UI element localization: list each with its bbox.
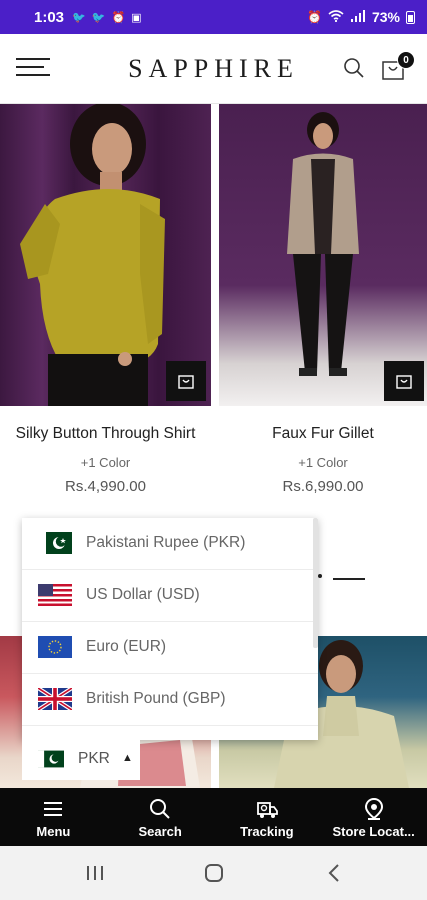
usa-flag-icon <box>38 584 72 606</box>
eu-flag-icon <box>38 636 72 658</box>
product-name[interactable]: Faux Fur Gillet <box>219 425 427 443</box>
cart-count-badge: 0 <box>397 51 415 69</box>
currency-option-label: US Dollar (USD) <box>86 586 200 603</box>
uk-flag-icon <box>36 686 74 712</box>
currency-option-gbp[interactable]: British Pound (GBP) <box>22 674 318 726</box>
signal-icon <box>350 9 366 25</box>
delivery-truck-icon <box>256 802 278 818</box>
product-price: Rs.4,990.00 <box>65 478 146 495</box>
alarm-icon: ⏰ <box>111 11 126 24</box>
back-icon[interactable] <box>314 860 354 886</box>
quick-add-button[interactable] <box>384 361 424 401</box>
nav-search[interactable]: Search <box>107 788 214 846</box>
system-navigation-bar <box>0 846 427 900</box>
status-bar: 1:03 🐦 🐦 ⏰ ▣ ⏰ 73% <box>0 0 427 34</box>
bottom-navigation: Menu Search Tracking Store Locat... <box>0 788 427 846</box>
dropdown-scrollbar[interactable] <box>313 518 318 648</box>
nav-store-locator[interactable]: Store Locat... <box>320 788 427 846</box>
currency-option-eur[interactable]: Euro (EUR) <box>22 622 318 674</box>
currency-option-pkr[interactable]: Pakistani Rupee (PKR) <box>22 518 318 570</box>
currency-option-label: British Pound (GBP) <box>86 690 226 707</box>
home-icon[interactable] <box>194 860 234 886</box>
nav-menu[interactable]: Menu <box>0 788 107 846</box>
pakistan-flag-icon <box>38 532 72 554</box>
status-time: 1:03 <box>34 8 65 26</box>
currency-option-label: Pakistani Rupee (PKR) <box>86 534 246 551</box>
pakistan-flag-icon <box>38 749 64 769</box>
carousel-active-indicator <box>333 578 365 580</box>
battery-icon <box>406 10 415 24</box>
nav-label: Search <box>138 824 182 839</box>
app-screen: 1:03 🐦 🐦 ⏰ ▣ ⏰ 73% SAPPHIRE 0 Silky Butt… <box>0 0 427 900</box>
twitter-icon: 🐦 <box>91 11 106 24</box>
nav-tracking[interactable]: Tracking <box>214 788 321 846</box>
location-pin-icon <box>364 797 383 820</box>
battery-percent: 73% <box>371 9 400 25</box>
product-color-count[interactable]: +1 Color <box>219 455 427 470</box>
product-price: Rs.6,990.00 <box>282 478 364 495</box>
carousel-dot[interactable] <box>318 574 322 578</box>
currency-dropdown-menu: Pakistani Rupee (PKR) US Dollar (USD) Eu… <box>22 518 318 740</box>
wifi-icon <box>328 9 344 25</box>
twitter-icon: 🐦 <box>72 11 86 24</box>
currency-option-usd[interactable]: US Dollar (USD) <box>22 570 318 622</box>
menu-icon <box>44 802 63 816</box>
alarm-icon: ⏰ <box>307 10 322 24</box>
nav-label: Store Locat... <box>332 824 415 839</box>
currency-selector[interactable]: PKR ▲ <box>22 740 140 780</box>
gallery-icon: ▣ <box>131 11 142 24</box>
nav-label: Menu <box>36 824 71 839</box>
currency-option-label: Euro (EUR) <box>86 638 167 655</box>
product-color-count[interactable]: +1 Color <box>0 455 211 470</box>
app-header: SAPPHIRE 0 <box>0 34 427 104</box>
search-icon[interactable] <box>342 56 366 80</box>
quick-add-button[interactable] <box>166 361 206 401</box>
selected-currency-code: PKR <box>78 750 110 767</box>
nav-label: Tracking <box>240 824 294 839</box>
product-name[interactable]: Silky Button Through Shirt <box>0 425 211 443</box>
recent-apps-icon[interactable] <box>75 860 115 886</box>
status-right: ⏰ 73% <box>307 9 415 25</box>
search-icon <box>150 799 170 819</box>
caret-up-icon: ▲ <box>122 752 133 764</box>
